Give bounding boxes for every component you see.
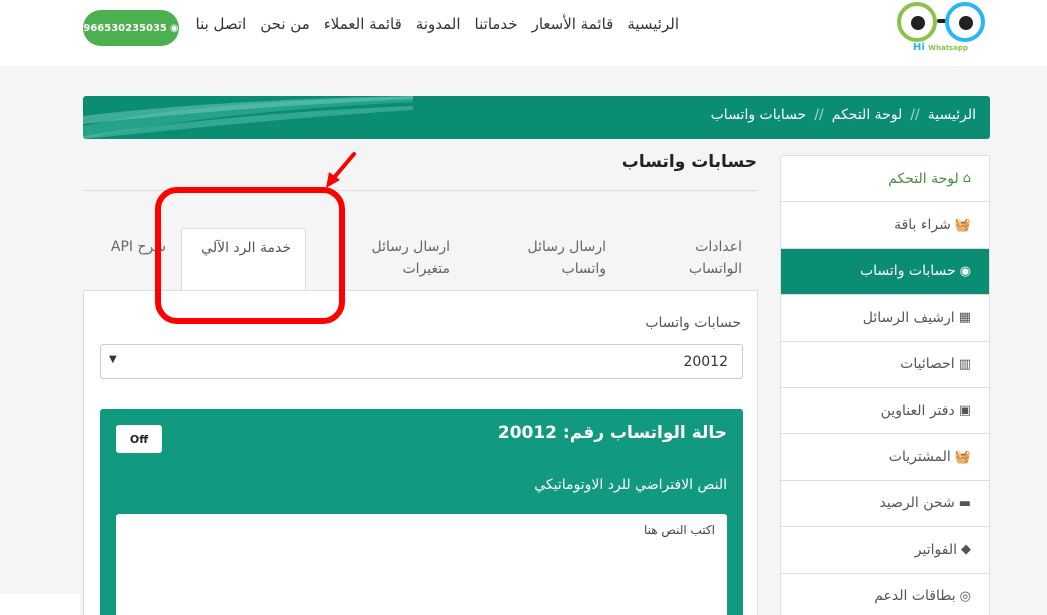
home-icon: ⌂ xyxy=(962,171,971,187)
sidebar-item-label: حسابات واتساب xyxy=(859,263,956,280)
sidebar-item-label: شحن الرصيد xyxy=(879,495,955,512)
nav-item-clients[interactable]: قائمة العملاء xyxy=(324,15,402,33)
selected-account: 20012 xyxy=(683,354,728,370)
main-menu: الرئيسية قائمة الأسعار خدماتنا المدونة ق… xyxy=(196,15,680,33)
auto-reply-panel: حسابات واتساب 20012 ▼ حالة الواتساب رقم:… xyxy=(83,290,758,615)
tag-icon: ◆ xyxy=(961,542,971,558)
sidebar-item-statistics[interactable]: احصائيات ▥ xyxy=(781,342,989,388)
logo-eye-right-icon xyxy=(945,2,985,42)
annotation-highlight-box xyxy=(155,187,345,324)
sidebar-item-label: احصائيات xyxy=(900,356,955,373)
page-corner xyxy=(0,594,80,615)
status-title: حالة الواتساب رقم: 20012 xyxy=(497,423,727,443)
whatsapp-phone-button[interactable]: 966530235035 ◉ xyxy=(83,10,179,46)
sidebar-item-label: بطاقات الدعم xyxy=(874,588,956,605)
nav-item-pricing[interactable]: قائمة الأسعار xyxy=(532,15,614,33)
sidebar-item-label: المشتريات xyxy=(888,449,951,466)
life-ring-icon: ◎ xyxy=(959,588,971,604)
sidebar-item-label: شراء باقة xyxy=(894,217,951,234)
chart-icon: ▥ xyxy=(958,356,971,372)
textarea-placeholder: اكتب النص هنا xyxy=(644,523,715,537)
page-title: حسابات واتساب xyxy=(621,152,757,172)
tab-send-messages[interactable]: ارسال رسائل واتساب xyxy=(526,228,606,291)
sidebar-item-label: ارشيف الرسائل xyxy=(862,309,955,326)
nav-item-contact[interactable]: اتصل بنا xyxy=(196,15,247,33)
breadcrumb-decoration xyxy=(83,96,413,139)
breadcrumb-separator: // xyxy=(910,107,920,123)
basket-icon: 🧺 xyxy=(954,449,971,465)
nav-item-about[interactable]: من نحن xyxy=(260,15,310,33)
whatsapp-icon: ◉ xyxy=(169,22,179,34)
sidebar-item-label: دفتر العناوين xyxy=(880,402,955,419)
status-toggle-button[interactable]: Off xyxy=(116,425,162,453)
sidebar-item-label: لوحة التحكم xyxy=(888,170,959,187)
nav-item-services[interactable]: خدماتنا xyxy=(475,15,518,33)
address-book-icon: ▣ xyxy=(958,403,971,419)
breadcrumb-current: حسابات واتساب xyxy=(710,107,807,123)
account-select[interactable]: 20012 ▼ xyxy=(100,344,743,379)
breadcrumb-dashboard[interactable]: لوحة التحكم xyxy=(832,107,903,123)
tab-send-variable-messages[interactable]: ارسال رسائل متغيرات xyxy=(368,228,450,291)
sidebar-item-recharge[interactable]: شحن الرصيد ▬ xyxy=(781,481,989,528)
sidebar-item-invoices[interactable]: الفواتير ◆ xyxy=(781,527,989,574)
accounts-label: حسابات واتساب xyxy=(645,315,741,331)
sidebar-menu: لوحة التحكم ⌂ شراء باقة 🧺 حسابات واتساب … xyxy=(780,155,990,615)
sidebar-item-message-archive[interactable]: ارشيف الرسائل ▦ xyxy=(781,295,989,342)
sidebar-item-whatsapp-accounts[interactable]: حسابات واتساب ◉ xyxy=(781,248,989,296)
sidebar-item-purchases[interactable]: المشتريات 🧺 xyxy=(781,434,989,481)
breadcrumb-separator: // xyxy=(814,107,824,123)
sidebar-item-dashboard[interactable]: لوحة التحكم ⌂ xyxy=(781,156,989,203)
chevron-down-icon: ▼ xyxy=(109,354,117,365)
basket-icon: 🧺 xyxy=(954,217,971,233)
breadcrumb-home[interactable]: الرئيسية xyxy=(928,107,976,123)
sidebar-item-support-tickets[interactable]: بطاقات الدعم ◎ xyxy=(781,574,989,615)
sidebar-item-address-book[interactable]: دفتر العناوين ▣ xyxy=(781,388,989,435)
sidebar-item-buy-package[interactable]: شراء باقة 🧺 xyxy=(781,202,989,249)
annotation-arrow-icon xyxy=(326,152,356,188)
nav-item-home[interactable]: الرئيسية xyxy=(627,15,679,33)
archive-icon: ▦ xyxy=(958,310,971,326)
sidebar-item-label: الفواتير xyxy=(914,541,957,558)
logo-text: Hi Whatsapp xyxy=(913,42,968,53)
status-card: حالة الواتساب رقم: 20012 Off النص الافتر… xyxy=(100,409,743,615)
logo-eye-left-icon xyxy=(897,2,937,42)
default-text-label: النص الافتراضي للرد الاوتوماتيكي xyxy=(534,477,727,493)
whatsapp-icon: ◉ xyxy=(959,263,971,279)
credit-card-icon: ▬ xyxy=(958,495,971,511)
nav-item-blog[interactable]: المدونة xyxy=(416,15,461,33)
auto-reply-textarea[interactable]: اكتب النص هنا xyxy=(116,514,727,615)
tab-whatsapp-settings[interactable]: اعدادات الواتساب xyxy=(682,228,742,291)
top-navbar: Hi Whatsapp الرئيسية قائمة الأسعار خدمات… xyxy=(0,0,1047,66)
phone-number: 966530235035 xyxy=(83,22,167,34)
breadcrumb: الرئيسية // لوحة التحكم // حسابات واتساب xyxy=(83,96,990,139)
site-logo[interactable]: Hi Whatsapp xyxy=(895,2,989,58)
